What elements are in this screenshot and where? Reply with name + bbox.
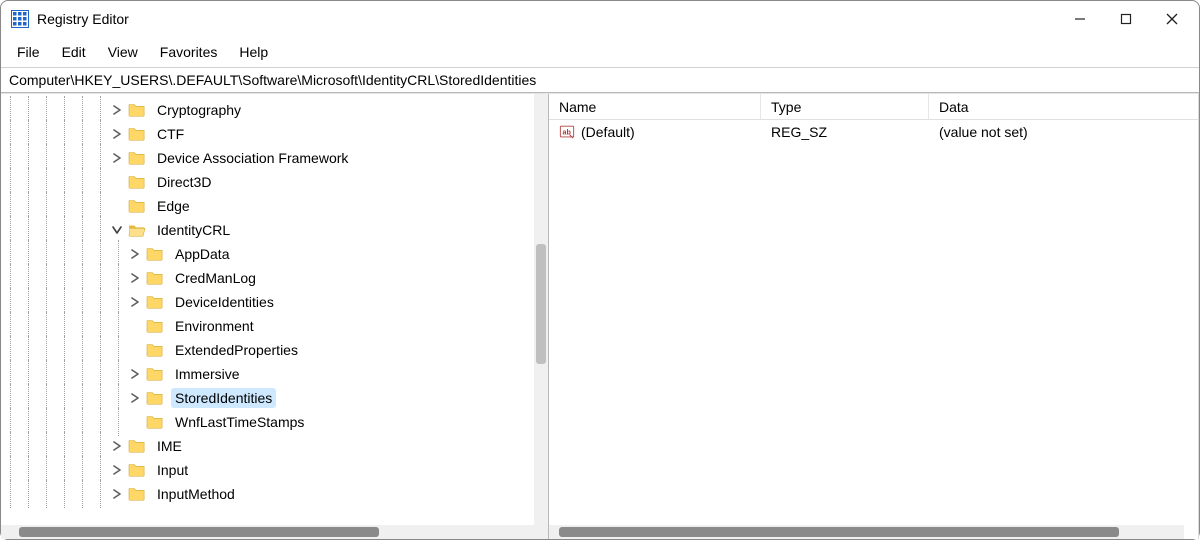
titlebar: Registry Editor xyxy=(1,1,1199,37)
value-row[interactable]: (Default) REG_SZ(value not set) xyxy=(549,120,1198,144)
folder-icon xyxy=(145,366,165,382)
tree-item-label: CTF xyxy=(153,124,188,144)
tree-scroll-corner xyxy=(534,525,548,539)
values-horizontal-scrollbar[interactable] xyxy=(549,525,1184,539)
menubar: File Edit View Favorites Help xyxy=(1,37,1199,67)
tree-horizontal-scroll-thumb[interactable] xyxy=(19,527,379,537)
values-header: Name Type Data xyxy=(549,94,1198,120)
chevron-right-icon[interactable] xyxy=(127,366,143,382)
chevron-right-icon[interactable] xyxy=(109,438,125,454)
tree-item[interactable]: Environment xyxy=(1,314,534,338)
chevron-down-icon[interactable] xyxy=(109,222,125,238)
reg-string-icon xyxy=(559,124,575,140)
tree-item-label: Immersive xyxy=(171,364,244,384)
folder-open-icon xyxy=(127,222,147,238)
value-data: (value not set) xyxy=(929,124,1198,140)
tree-item-label: Environment xyxy=(171,316,258,336)
tree-item-label: WnfLastTimeStamps xyxy=(171,412,308,432)
tree-item-label: ExtendedProperties xyxy=(171,340,302,360)
chevron-right-icon[interactable] xyxy=(109,462,125,478)
chevron-right-icon[interactable] xyxy=(109,150,125,166)
tree-item[interactable]: IME xyxy=(1,434,534,458)
chevron-right-icon[interactable] xyxy=(109,102,125,118)
column-header-type[interactable]: Type xyxy=(761,94,929,119)
maximize-button[interactable] xyxy=(1103,3,1149,35)
tree-pane: Cryptography CTF Device Association Framew… xyxy=(1,94,549,539)
tree-vertical-scrollbar[interactable] xyxy=(534,94,548,525)
values-list[interactable]: (Default) REG_SZ(value not set) xyxy=(549,120,1198,525)
folder-icon xyxy=(127,198,147,214)
value-name: (Default) xyxy=(581,124,635,140)
close-button[interactable] xyxy=(1149,3,1195,35)
tree-item-label: Cryptography xyxy=(153,100,245,120)
window-title: Registry Editor xyxy=(37,11,129,27)
folder-icon xyxy=(145,318,165,334)
tree-item[interactable]: IdentityCRL xyxy=(1,218,534,242)
address-bar[interactable]: Computer\HKEY_USERS\.DEFAULT\Software\Mi… xyxy=(1,67,1199,93)
folder-icon xyxy=(127,102,147,118)
tree-item[interactable]: AppData xyxy=(1,242,534,266)
column-header-data[interactable]: Data xyxy=(929,94,1198,119)
tree-item[interactable]: StoredIdentities xyxy=(1,386,534,410)
folder-icon xyxy=(145,294,165,310)
tree-item[interactable]: WnfLastTimeStamps xyxy=(1,410,534,434)
chevron-right-icon[interactable] xyxy=(127,294,143,310)
split-container: Cryptography CTF Device Association Framew… xyxy=(1,93,1199,539)
folder-icon xyxy=(145,270,165,286)
folder-icon xyxy=(145,342,165,358)
menu-file[interactable]: File xyxy=(7,40,50,64)
chevron-right-icon[interactable] xyxy=(127,246,143,262)
value-type: REG_SZ xyxy=(761,124,929,140)
tree-item[interactable]: Input xyxy=(1,458,534,482)
tree-item[interactable]: InputMethod xyxy=(1,482,534,506)
chevron-right-icon[interactable] xyxy=(109,486,125,502)
folder-icon xyxy=(145,390,165,406)
tree-vertical-scroll-thumb[interactable] xyxy=(536,244,546,364)
tree-item-label: Device Association Framework xyxy=(153,148,352,168)
tree-item[interactable]: DeviceIdentities xyxy=(1,290,534,314)
tree-item-label: DeviceIdentities xyxy=(171,292,278,312)
registry-tree[interactable]: Cryptography CTF Device Association Framew… xyxy=(1,94,534,525)
tree-item[interactable]: Cryptography xyxy=(1,98,534,122)
tree-item[interactable]: CTF xyxy=(1,122,534,146)
chevron-right-icon[interactable] xyxy=(127,270,143,286)
menu-favorites[interactable]: Favorites xyxy=(150,40,228,64)
chevron-right-icon[interactable] xyxy=(127,390,143,406)
folder-icon xyxy=(127,150,147,166)
tree-item-label: AppData xyxy=(171,244,233,264)
tree-item-label: Direct3D xyxy=(153,172,215,192)
tree-item[interactable]: ExtendedProperties xyxy=(1,338,534,362)
minimize-button[interactable] xyxy=(1057,3,1103,35)
tree-item-label: Edge xyxy=(153,196,194,216)
values-pane: Name Type Data (Default) REG_SZ(value not… xyxy=(549,94,1199,539)
column-header-name[interactable]: Name xyxy=(549,94,761,119)
folder-icon xyxy=(127,174,147,190)
tree-horizontal-scrollbar[interactable] xyxy=(1,525,534,539)
folder-icon xyxy=(127,126,147,142)
menu-edit[interactable]: Edit xyxy=(52,40,96,64)
tree-item-label: StoredIdentities xyxy=(171,388,276,408)
folder-icon xyxy=(127,438,147,454)
tree-item[interactable]: Direct3D xyxy=(1,170,534,194)
menu-help[interactable]: Help xyxy=(229,40,278,64)
tree-item[interactable]: CredManLog xyxy=(1,266,534,290)
tree-item[interactable]: Immersive xyxy=(1,362,534,386)
tree-item[interactable]: Device Association Framework xyxy=(1,146,534,170)
menu-view[interactable]: View xyxy=(98,40,148,64)
tree-item[interactable]: Edge xyxy=(1,194,534,218)
tree-item-label: IdentityCRL xyxy=(153,220,234,240)
tree-item-label: CredManLog xyxy=(171,268,260,288)
folder-icon xyxy=(145,246,165,262)
folder-icon xyxy=(127,486,147,502)
chevron-right-icon[interactable] xyxy=(109,126,125,142)
folder-icon xyxy=(145,414,165,430)
regedit-app-icon xyxy=(11,10,29,28)
address-path: Computer\HKEY_USERS\.DEFAULT\Software\Mi… xyxy=(9,72,536,88)
tree-item-label: InputMethod xyxy=(153,484,239,504)
tree-item-label: IME xyxy=(153,436,186,456)
tree-item-label: Input xyxy=(153,460,192,480)
values-horizontal-scroll-thumb[interactable] xyxy=(559,527,1119,537)
folder-icon xyxy=(127,462,147,478)
